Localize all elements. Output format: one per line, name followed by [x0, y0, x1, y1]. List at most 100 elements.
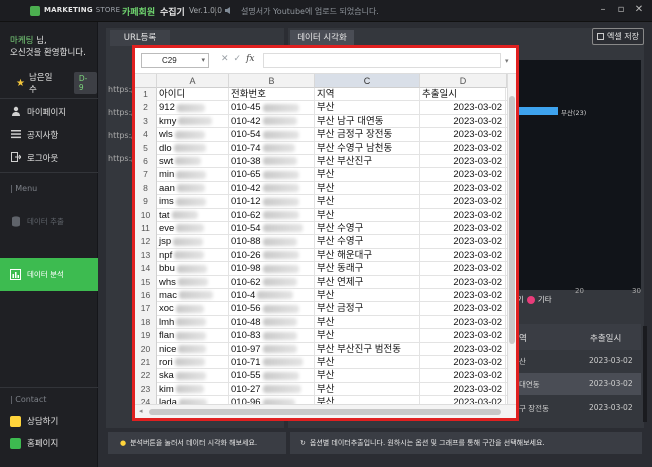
row-number[interactable]: 3 — [135, 114, 157, 129]
minimize-button[interactable]: – — [598, 4, 608, 15]
row-number[interactable]: 7 — [135, 168, 157, 182]
formula-input[interactable] — [263, 53, 501, 68]
cell-date[interactable]: 2023-03-02 — [420, 302, 506, 316]
nav-mypage[interactable]: 마이페이지 — [0, 100, 98, 123]
cell-region[interactable]: 부산 수영구 — [315, 235, 420, 249]
column-header-b[interactable]: B — [229, 74, 315, 88]
cell-id[interactable]: tat — [157, 208, 229, 222]
cell-date[interactable]: 2023-03-02 — [420, 275, 506, 289]
cell-region[interactable]: 부산 — [315, 181, 420, 196]
cell-header-region[interactable]: 지역 — [315, 88, 420, 102]
cell-date[interactable]: 2023-03-02 — [420, 235, 506, 249]
cell-region[interactable]: 부산 — [315, 329, 420, 343]
cell-date[interactable]: 2023-03-02 — [420, 208, 506, 222]
cell-region[interactable]: 부산 — [315, 101, 420, 115]
maximize-button[interactable]: ▫ — [616, 4, 626, 15]
cell-phone[interactable]: 010-71 — [229, 356, 315, 370]
row-number[interactable]: 23 — [135, 382, 157, 397]
chart-bar[interactable] — [516, 107, 558, 115]
contact-home[interactable]: 홈페이지 — [10, 437, 58, 449]
cell-date[interactable]: 2023-03-02 — [420, 181, 506, 196]
cell-id[interactable]: aan — [157, 181, 229, 196]
cell-region[interactable]: 부산 — [315, 315, 420, 330]
expand-formula-icon[interactable]: ▾ — [505, 57, 509, 65]
cell-phone[interactable]: 010-88 — [229, 235, 315, 249]
cancel-icon[interactable]: ✕ — [221, 54, 229, 64]
cell-date[interactable]: 2023-03-02 — [420, 101, 506, 115]
confirm-icon[interactable]: ✓ — [234, 54, 242, 64]
select-all-corner[interactable] — [135, 74, 157, 88]
cell-id[interactable]: swt — [157, 155, 229, 169]
cell-id[interactable]: bbu — [157, 262, 229, 276]
cell-id[interactable]: ims — [157, 195, 229, 209]
cell-date[interactable]: 2023-03-02 — [420, 128, 506, 142]
row-number[interactable]: 14 — [135, 262, 157, 276]
scroll-left-icon[interactable]: ◂ — [139, 407, 143, 415]
cell-id[interactable]: xoc — [157, 302, 229, 316]
cell-id[interactable]: npf — [157, 248, 229, 263]
vertical-scrollbar[interactable] — [507, 74, 516, 404]
cell-region[interactable]: 부산 — [315, 195, 420, 209]
horizontal-scroll-thumb[interactable] — [149, 409, 501, 415]
row-number[interactable]: 13 — [135, 248, 157, 263]
row-number[interactable]: 18 — [135, 315, 157, 330]
cell-id[interactable]: nice — [157, 342, 229, 356]
cell-header-date[interactable]: 추출일시 — [420, 88, 506, 102]
cell-phone[interactable]: 010-38 — [229, 155, 315, 169]
cell-date[interactable]: 2023-03-02 — [420, 168, 506, 182]
table-scrollbar[interactable] — [643, 326, 647, 422]
row-number[interactable]: 19 — [135, 329, 157, 343]
row-number[interactable]: 8 — [135, 181, 157, 196]
row-number[interactable]: 12 — [135, 235, 157, 249]
cell-phone[interactable]: 010-45 — [229, 101, 315, 115]
row-number[interactable]: 10 — [135, 208, 157, 222]
cell-region[interactable]: 부산 연제구 — [315, 275, 420, 289]
cell-region[interactable]: 부산 — [315, 369, 420, 383]
row-number[interactable]: 22 — [135, 369, 157, 383]
column-header-d[interactable]: D — [420, 74, 507, 88]
row-number[interactable]: 5 — [135, 141, 157, 155]
cell-phone[interactable]: 010-83 — [229, 329, 315, 343]
cell-date[interactable]: 2023-03-02 — [420, 329, 506, 343]
cell-region[interactable]: 부산 — [315, 168, 420, 182]
cell-region[interactable]: 부산 금정구 장전동 — [315, 128, 420, 142]
row-number[interactable]: 9 — [135, 195, 157, 209]
row-number[interactable]: 15 — [135, 275, 157, 289]
row-number[interactable]: 2 — [135, 101, 157, 115]
excel-save-button[interactable]: 엑셀 저장 — [592, 28, 644, 45]
cell-header-id[interactable]: 아이디 — [157, 88, 229, 102]
cell-id[interactable]: lada — [157, 396, 229, 404]
function-icon[interactable]: fx — [246, 54, 254, 64]
tab-url-register[interactable]: URL등록 — [110, 30, 170, 46]
cell-phone[interactable]: 010-54 — [229, 222, 315, 236]
cell-id[interactable]: ska — [157, 369, 229, 383]
cell-id[interactable]: wls — [157, 128, 229, 142]
cell-phone[interactable]: 010-54 — [229, 128, 315, 142]
cell-id[interactable]: rori — [157, 356, 229, 370]
cell-phone[interactable]: 010-48 — [229, 315, 315, 330]
cell-id[interactable]: min — [157, 168, 229, 182]
cell-region[interactable]: 부산 — [315, 382, 420, 397]
cell-region[interactable]: 부산 — [315, 356, 420, 370]
cell-id[interactable]: jsp — [157, 235, 229, 249]
cell-id[interactable]: kmy — [157, 114, 229, 129]
contact-chat[interactable]: 상담하기 — [10, 415, 58, 427]
cell-phone[interactable]: 010-56 — [229, 302, 315, 316]
cell-phone[interactable]: 010-62 — [229, 275, 315, 289]
cell-phone[interactable]: 010-4 — [229, 289, 315, 303]
row-number[interactable]: 6 — [135, 155, 157, 169]
row-number[interactable]: 24 — [135, 396, 157, 404]
row-number[interactable]: 11 — [135, 222, 157, 236]
cell-date[interactable]: 2023-03-02 — [420, 382, 506, 397]
cell-date[interactable]: 2023-03-02 — [420, 141, 506, 155]
cell-phone[interactable]: 010-96 — [229, 396, 315, 404]
row-number[interactable]: 4 — [135, 128, 157, 142]
cell-date[interactable]: 2023-03-02 — [420, 369, 506, 383]
cell-phone[interactable]: 010-98 — [229, 262, 315, 276]
nav-notice[interactable]: 공지사항 — [0, 123, 98, 146]
horizontal-scrollbar[interactable]: ◂ — [135, 404, 516, 418]
cell-region[interactable]: 부산 해운대구 — [315, 248, 420, 263]
cell-region[interactable]: 부산 — [315, 208, 420, 222]
cell-phone[interactable]: 010-65 — [229, 168, 315, 182]
cell-phone[interactable]: 010-74 — [229, 141, 315, 155]
